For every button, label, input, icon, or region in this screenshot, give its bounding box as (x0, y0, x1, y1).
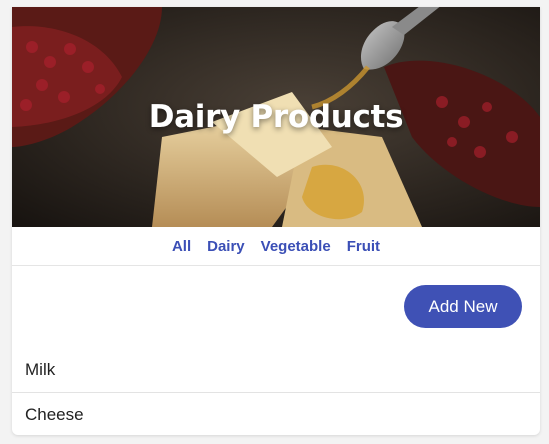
page-title: Dairy Products (148, 99, 404, 135)
actions-row: Add New (12, 266, 540, 348)
product-list: Milk Cheese (12, 348, 540, 435)
product-card: Dairy Products All Dairy Vegetable Fruit… (12, 7, 540, 435)
filter-all[interactable]: All (172, 238, 191, 255)
add-new-button[interactable]: Add New (404, 285, 522, 328)
list-item-cheese[interactable]: Cheese (12, 392, 540, 435)
filter-vegetable[interactable]: Vegetable (261, 238, 331, 255)
category-filter-bar: All Dairy Vegetable Fruit (12, 227, 540, 266)
list-item-milk[interactable]: Milk (12, 348, 540, 392)
hero-banner: Dairy Products (12, 7, 540, 227)
filter-fruit[interactable]: Fruit (347, 238, 380, 255)
filter-dairy[interactable]: Dairy (207, 238, 245, 255)
